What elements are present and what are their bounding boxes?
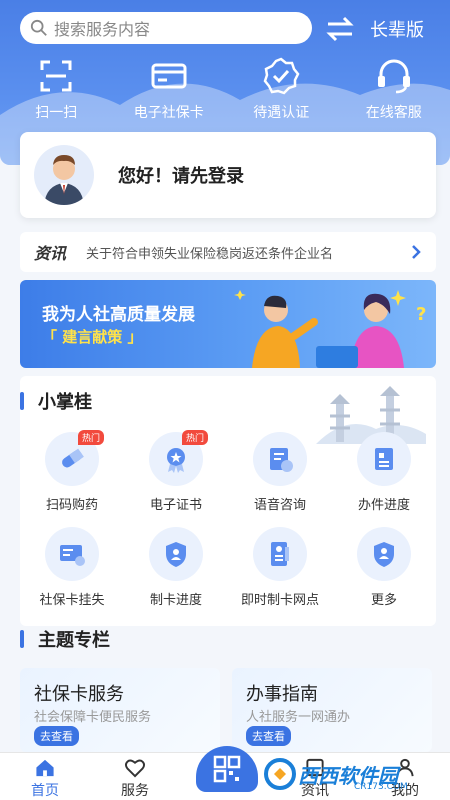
service-label: 电子证书: [149, 498, 202, 513]
scan-icon: [40, 60, 72, 92]
quick-actions: 扫一扫 电子社保卡 待遇认证 在线客服: [0, 56, 450, 122]
topic-card-guide[interactable]: 办事指南 人社服务一网通办 去查看: [232, 668, 432, 752]
service-icon-bg: [149, 527, 203, 581]
elder-mode-toggle[interactable]: 长辈版: [370, 16, 424, 42]
service-medicine[interactable]: 热门 扫码购药: [20, 430, 124, 513]
more-icon: [374, 542, 394, 567]
news-ticker[interactable]: 资讯 关于符合申领失业保险稳岗返还条件企业名: [20, 232, 436, 272]
service-card-loss[interactable]: 社保卡挂失: [20, 527, 124, 608]
service-label: 更多: [370, 593, 397, 608]
service-icon-bg: [253, 527, 307, 581]
svg-text:?: ?: [416, 304, 426, 325]
voice-consult-icon: [270, 448, 293, 472]
heart-icon: [124, 759, 146, 778]
banner-subtitle: 「 建言献策 」: [42, 328, 143, 346]
topic-card-social-security[interactable]: 社保卡服务 社会保障卡便民服务 去查看: [20, 668, 220, 752]
quick-scan[interactable]: 扫一扫: [0, 56, 113, 122]
topic-card-title: 社保卡服务: [34, 684, 124, 705]
search-icon: [30, 19, 47, 36]
news-tag: 资讯: [34, 244, 67, 263]
quick-ecard[interactable]: 电子社保卡: [113, 56, 226, 122]
topic-card-desc: 人社服务一网通办: [246, 710, 351, 725]
service-card-progress[interactable]: 制卡进度: [124, 527, 228, 608]
topic-card-desc: 社会保障卡便民服务: [34, 710, 152, 725]
service-icon-bg: [45, 527, 99, 581]
view-button[interactable]: 去查看: [34, 726, 79, 746]
service-instant-card[interactable]: 即时制卡网点: [228, 527, 332, 608]
service-grid: 热门 扫码购药 热门 电子证书 语音咨询 办件进度 社保卡挂失 制卡进度 即时制…: [20, 430, 436, 608]
service-section: 小掌桂 热门 扫码购药 热门 电子证书 语音咨询 办件进度 社保卡挂失 制卡进度…: [20, 376, 436, 626]
quick-service[interactable]: 在线客服: [338, 56, 450, 122]
tab-home[interactable]: 首页: [0, 753, 90, 800]
topics-title-text: 主题专栏: [38, 630, 110, 651]
search-placeholder: 搜索服务内容: [54, 20, 151, 39]
service-voice[interactable]: 语音咨询: [228, 432, 332, 513]
chevron-right-icon[interactable]: [406, 242, 426, 262]
medicine-icon: [62, 448, 84, 468]
service-label: 办件进度: [357, 498, 410, 513]
section-title-text: 小掌桂: [38, 392, 92, 413]
service-label: 制卡进度: [149, 593, 202, 608]
watermark-logo-icon: [264, 758, 296, 790]
home-icon: [36, 759, 54, 777]
service-icon-bg: [253, 432, 307, 486]
qr-code-icon: [213, 755, 241, 783]
verify-badge-icon: [263, 57, 300, 95]
watermark: 西西软件园 CR173.COM: [262, 754, 442, 794]
tab-label: 首页: [31, 783, 59, 799]
tab-services[interactable]: 服务: [90, 753, 180, 800]
login-prompt: 您好！请先登录: [118, 166, 244, 187]
user-avatar-icon: [44, 155, 84, 205]
headset-icon: [377, 59, 410, 94]
search-input[interactable]: 搜索服务内容: [20, 12, 312, 44]
quick-service-label: 在线客服: [365, 105, 422, 121]
quick-verify[interactable]: 待遇认证: [225, 56, 338, 122]
title-bar: [20, 630, 24, 648]
service-label: 即时制卡网点: [240, 593, 319, 608]
service-progress[interactable]: 办件进度: [332, 432, 436, 513]
hot-badge: 热门: [182, 430, 209, 445]
service-label: 扫码购药: [45, 498, 98, 513]
card-icon: [151, 63, 187, 89]
tab-label: 服务: [121, 783, 149, 799]
quick-ecard-label: 电子社保卡: [133, 105, 204, 121]
topic-card-title: 办事指南: [246, 684, 318, 705]
service-label: 语音咨询: [253, 498, 306, 513]
avatar: [34, 145, 94, 205]
swap-icon[interactable]: [326, 16, 354, 42]
topics-title: 主题专栏: [20, 626, 110, 652]
hot-badge: 热门: [78, 430, 105, 445]
certificate-icon: [167, 448, 185, 473]
view-button[interactable]: 去查看: [246, 726, 291, 746]
section-title: 小掌桂: [20, 388, 92, 414]
progress-doc-icon: [375, 448, 393, 470]
service-icon-bg: [357, 527, 411, 581]
instant-card-icon: [271, 542, 289, 566]
discussion-illustration: ?: [234, 290, 426, 368]
watermark-sub: CR173.COM: [354, 782, 408, 792]
service-more[interactable]: 更多: [332, 527, 436, 608]
banner-title: 我为人社高质量发展: [42, 305, 195, 325]
service-certificate[interactable]: 热门 电子证书: [124, 430, 228, 513]
promo-banner[interactable]: 我为人社高质量发展 「 建言献策 」 ?: [20, 280, 436, 368]
quick-scan-label: 扫一扫: [35, 105, 78, 121]
title-bar: [20, 392, 24, 410]
card-progress-icon: [166, 542, 186, 567]
service-label: 社保卡挂失: [39, 593, 105, 608]
login-card[interactable]: 您好！请先登录: [20, 132, 436, 218]
news-headline: 关于符合申领失业保险稳岗返还条件企业名: [86, 246, 334, 262]
card-loss-icon: [60, 545, 85, 566]
quick-verify-label: 待遇认证: [253, 105, 310, 121]
service-icon-bg: [357, 432, 411, 486]
